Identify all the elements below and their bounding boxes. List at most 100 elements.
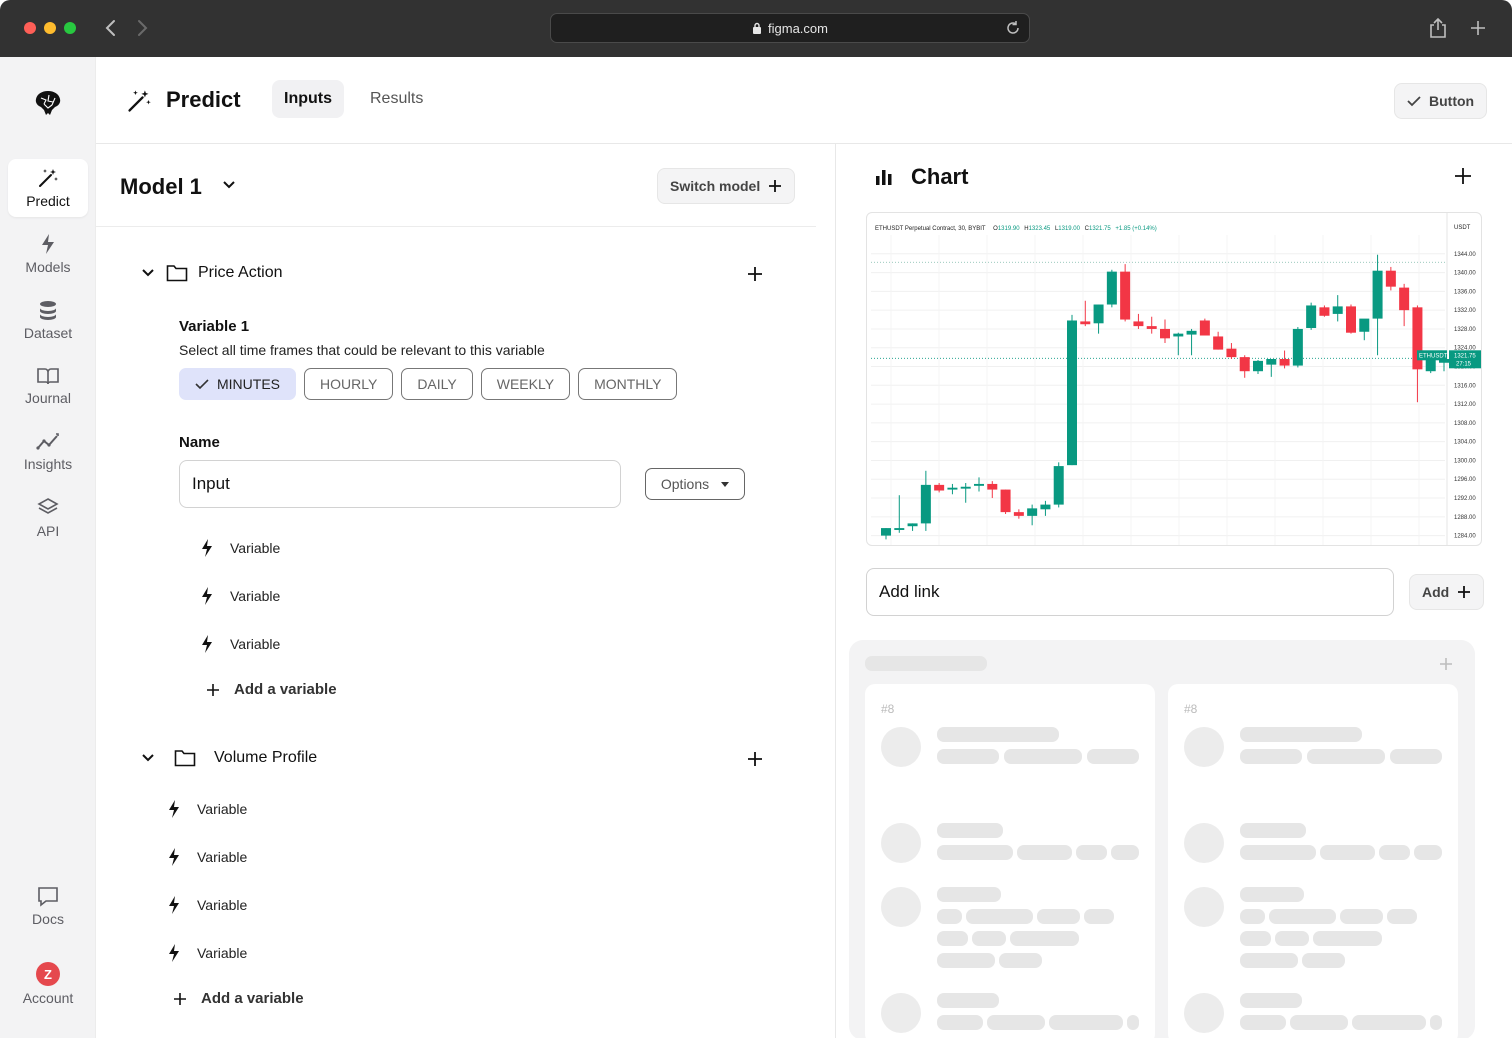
add-section-icon[interactable] [747, 266, 763, 282]
list-item[interactable]: Variable [167, 799, 247, 819]
sidebar-item-models[interactable]: Models [8, 225, 88, 283]
model-title: Model 1 [120, 174, 202, 199]
candle[interactable] [1146, 316, 1157, 334]
variable-label: Variable [230, 588, 281, 604]
candle[interactable] [1213, 331, 1224, 350]
chip-weekly[interactable]: WEEKLY [480, 368, 571, 400]
candle[interactable] [1106, 269, 1117, 308]
chip-label: MONTHLY [594, 376, 662, 392]
new-tab-icon[interactable] [1468, 18, 1488, 38]
candle[interactable] [1399, 283, 1410, 327]
candle[interactable] [881, 528, 891, 540]
sidebar-item-journal[interactable]: Journal [8, 357, 88, 415]
sidebar-item-docs[interactable]: Docs [8, 877, 88, 935]
sidebar-item-api[interactable]: API [8, 489, 88, 547]
candle[interactable] [1199, 318, 1210, 336]
forward-arrow-icon[interactable] [132, 18, 152, 38]
sidebar-item-dataset[interactable]: Dataset [8, 291, 88, 349]
candle[interactable] [1226, 343, 1237, 359]
chip-minutes[interactable]: MINUTES [179, 368, 296, 400]
chip-monthly[interactable]: MONTHLY [578, 368, 678, 400]
candle[interactable] [987, 481, 998, 499]
chip-daily[interactable]: DAILY [401, 368, 473, 400]
chevron-down-icon[interactable] [221, 177, 237, 193]
options-label: Options [660, 476, 710, 492]
list-item[interactable]: Variable [200, 586, 280, 606]
tab-inputs[interactable]: Inputs [272, 80, 344, 118]
candle-body [894, 528, 905, 530]
candle[interactable] [947, 483, 958, 495]
book-icon [37, 368, 59, 385]
plus-icon[interactable] [1439, 657, 1453, 671]
candle[interactable] [1000, 489, 1011, 514]
candle[interactable] [1067, 314, 1077, 466]
list-item[interactable]: Variable [167, 943, 247, 963]
switch-model-button[interactable]: Switch model [657, 168, 796, 204]
candle[interactable] [1239, 355, 1250, 378]
candle[interactable] [1279, 350, 1290, 369]
minimize-window-button[interactable] [44, 22, 56, 34]
sidebar-item-label: Docs [32, 911, 64, 927]
back-arrow-icon[interactable] [101, 18, 121, 38]
list-item[interactable]: Variable [167, 895, 247, 915]
options-dropdown[interactable]: Options [645, 468, 745, 500]
list-item[interactable]: Variable [200, 634, 280, 654]
candle[interactable] [1133, 313, 1144, 329]
candle[interactable] [1253, 359, 1263, 375]
chip-hourly[interactable]: HOURLY [304, 368, 394, 400]
add-variable-button[interactable]: Add a variable [173, 990, 304, 1007]
candle[interactable] [1120, 264, 1131, 322]
candle[interactable] [960, 483, 971, 503]
list-item[interactable]: Variable [200, 538, 280, 558]
candle[interactable] [1359, 318, 1370, 341]
candle[interactable] [1040, 500, 1051, 516]
candle[interactable] [1160, 319, 1170, 344]
chevron-down-icon[interactable] [140, 750, 156, 766]
add-link-button[interactable]: Add [1409, 574, 1485, 610]
candle[interactable] [920, 470, 931, 531]
list-item[interactable]: Variable [167, 847, 247, 867]
chevron-down-icon[interactable] [140, 265, 156, 281]
candle[interactable] [1053, 462, 1064, 508]
candle[interactable] [1027, 504, 1038, 526]
add-link-input[interactable]: Add link [866, 568, 1394, 616]
candle[interactable] [1186, 328, 1197, 356]
close-window-button[interactable] [24, 22, 36, 34]
primary-button[interactable]: Button [1394, 83, 1488, 119]
tab-results[interactable]: Results [358, 80, 435, 118]
candle-body [1239, 357, 1250, 372]
caret-down-icon [721, 481, 730, 487]
reload-icon[interactable] [1005, 20, 1021, 36]
section-header-volume-profile[interactable]: Volume Profile [140, 749, 317, 767]
candlestick-chart[interactable]: ETHUSDT Perpetual Contract, 30, BYBIT O1… [867, 213, 1482, 546]
zoom-window-button[interactable] [64, 22, 76, 34]
section-header-price-action[interactable]: Price Action [140, 264, 282, 282]
candle[interactable] [1319, 305, 1330, 317]
share-icon[interactable] [1428, 17, 1448, 39]
candle[interactable] [1372, 254, 1383, 356]
candle[interactable] [1306, 302, 1317, 330]
candle-body [1053, 466, 1064, 505]
candle[interactable] [894, 495, 905, 533]
add-section-icon[interactable] [747, 751, 763, 767]
candle[interactable] [1346, 304, 1356, 334]
candle[interactable] [907, 523, 918, 531]
layers-icon [37, 498, 59, 514]
candle[interactable] [934, 483, 945, 493]
candle-body [1425, 359, 1436, 372]
candle[interactable] [1173, 332, 1184, 356]
candle[interactable] [1292, 327, 1303, 368]
sidebar-item-predict[interactable]: Predict [8, 159, 88, 217]
plus-icon [174, 992, 186, 1005]
candle[interactable] [1080, 300, 1091, 327]
candle[interactable] [1332, 295, 1343, 322]
brain-logo-icon[interactable] [32, 87, 64, 119]
address-bar[interactable]: figma.com [550, 13, 1030, 43]
chart[interactable]: ETHUSDT Perpetual Contract, 30, BYBIT O1… [866, 212, 1482, 546]
add-variable-button[interactable]: Add a variable [206, 681, 337, 698]
sidebar-item-insights[interactable]: Insights [8, 423, 88, 481]
candle[interactable] [1385, 266, 1396, 291]
name-input[interactable] [179, 460, 621, 508]
add-chart-icon[interactable] [1454, 167, 1472, 185]
sidebar-item-account[interactable]: Z Account [8, 955, 88, 1013]
